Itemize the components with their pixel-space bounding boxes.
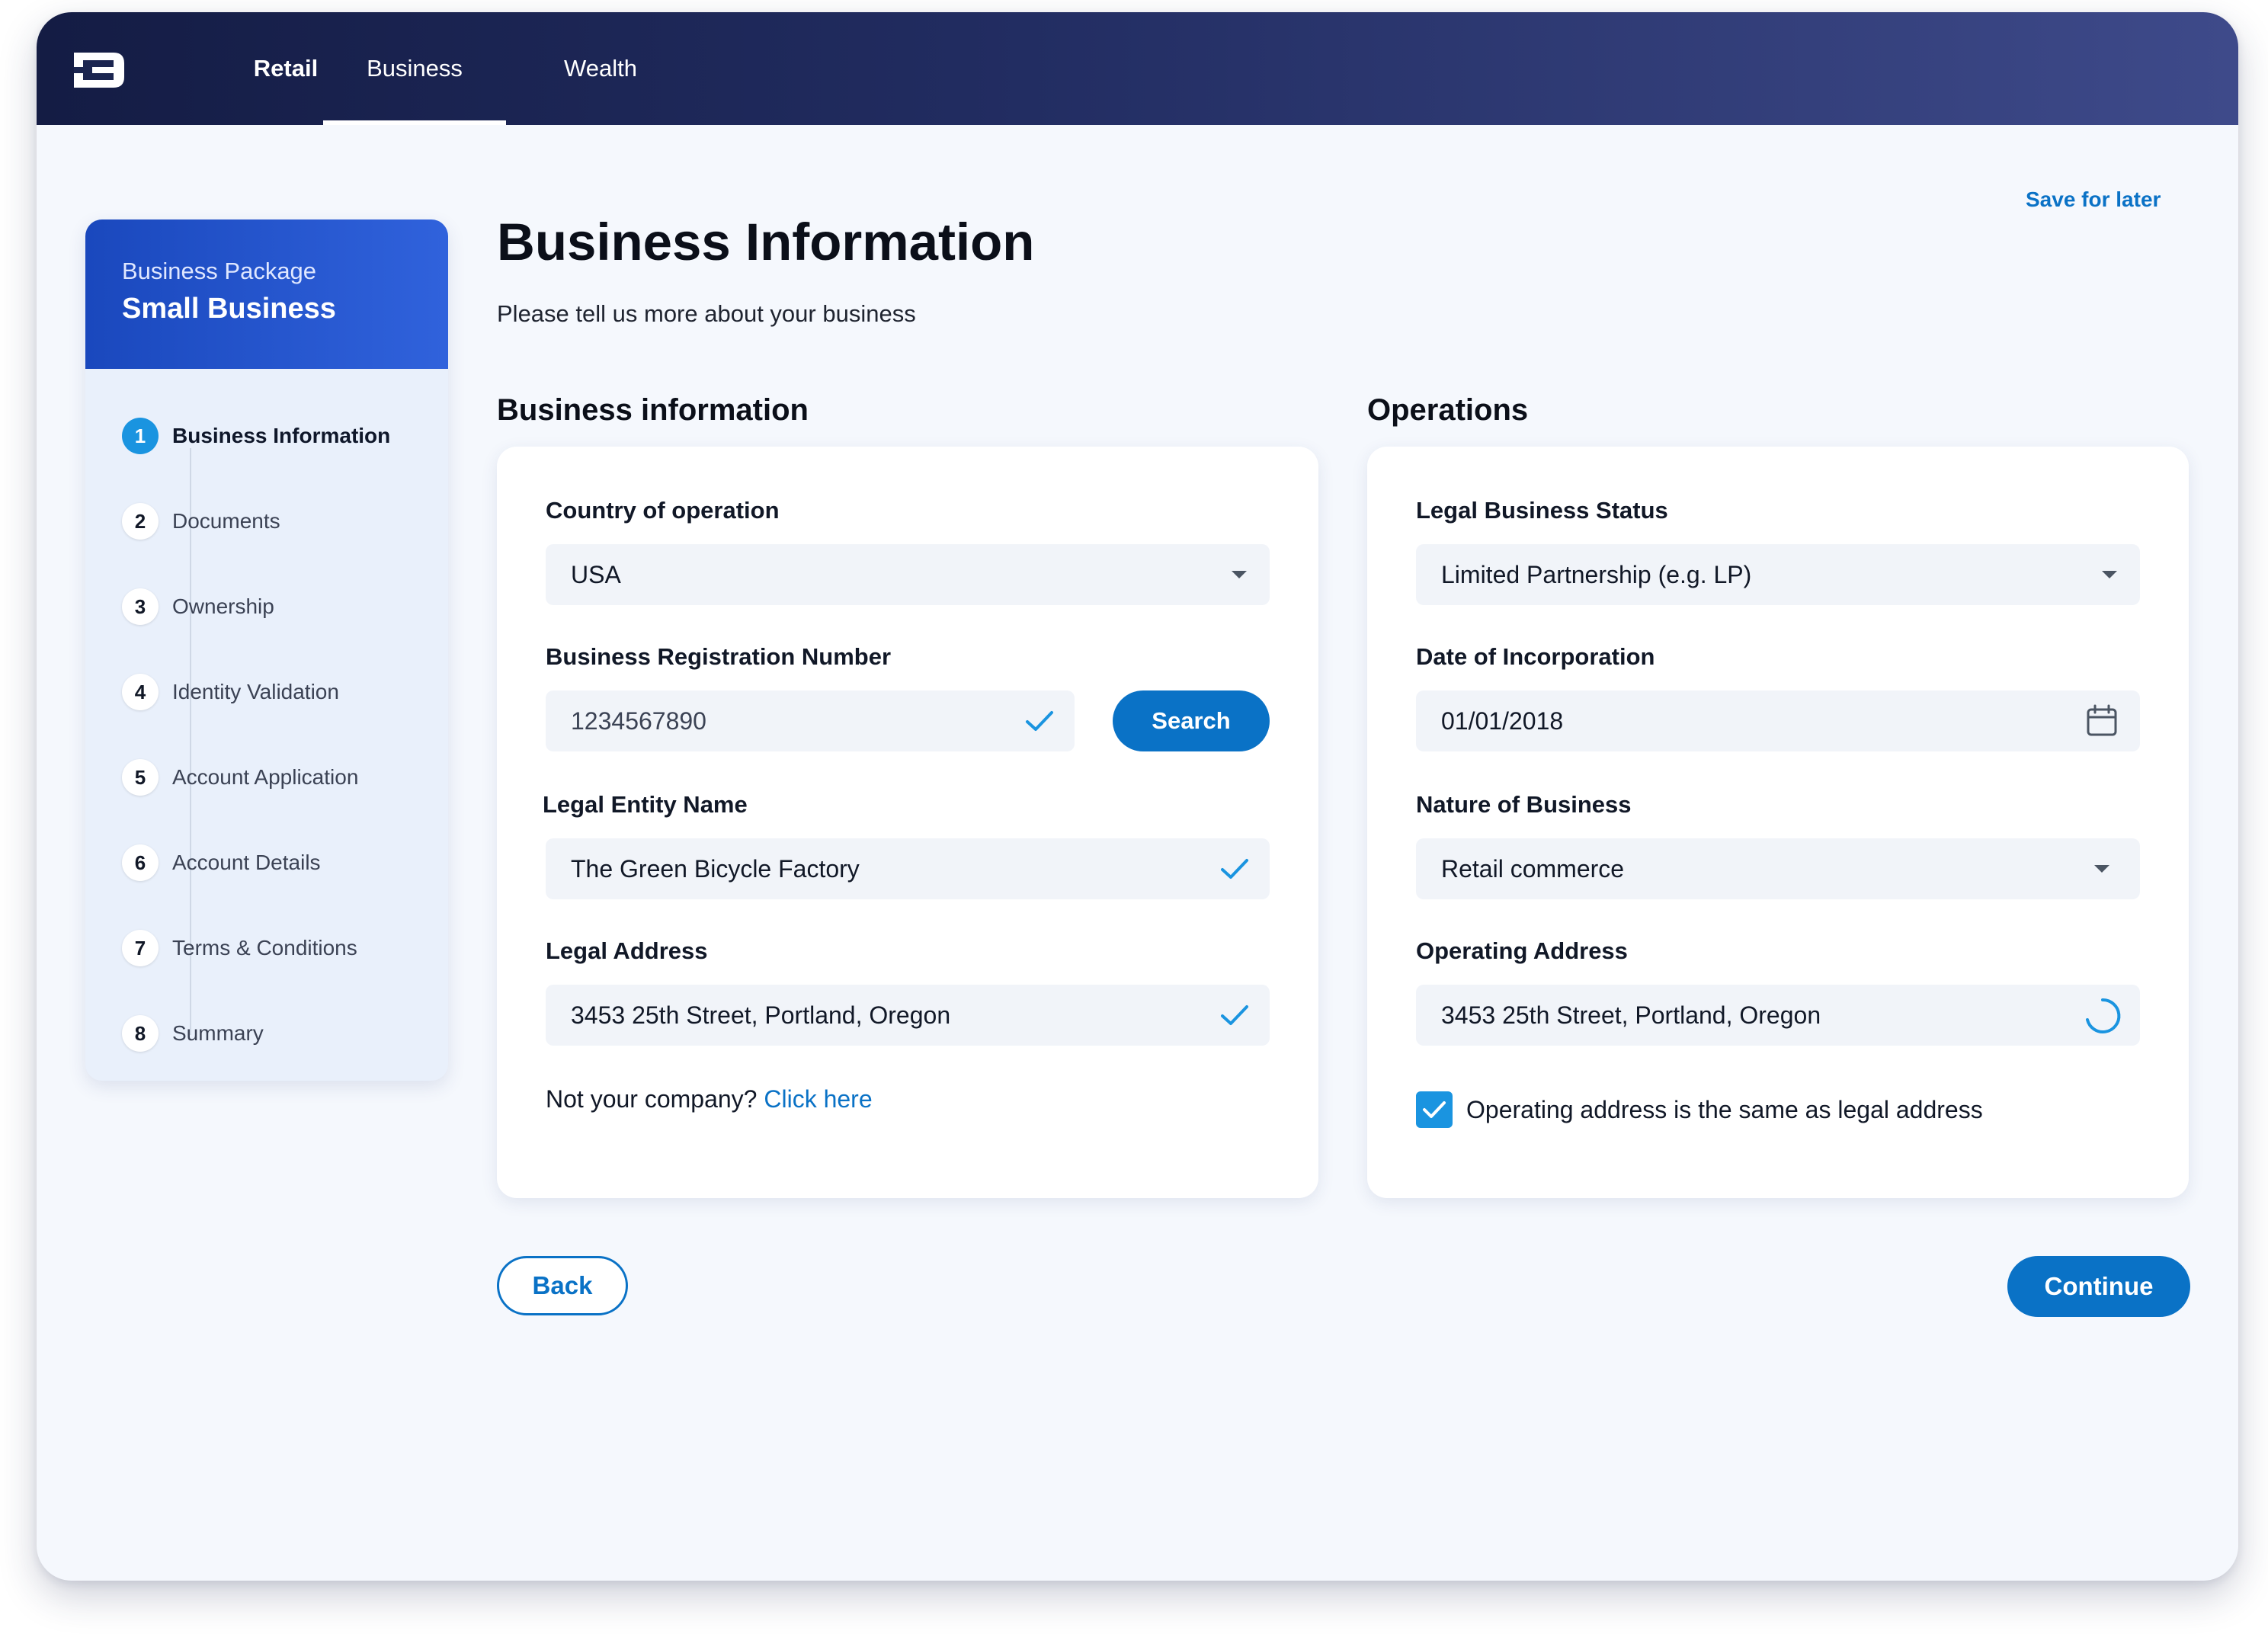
search-button[interactable]: Search — [1113, 690, 1270, 751]
top-navigation-bar: Retail Business Wealth — [37, 12, 2238, 125]
legal-address-label: Legal Address — [546, 937, 708, 964]
progress-sidebar: Business Package Small Business 1 Busine… — [85, 219, 448, 1081]
package-header: Business Package Small Business — [85, 219, 448, 369]
checkbox-check-icon — [1423, 1101, 1446, 1118]
same-address-label: Operating address is the same as legal a… — [1466, 1096, 1983, 1123]
date-of-incorporation-input[interactable]: 01/01/2018 — [1416, 690, 2140, 751]
step-documents[interactable]: 2 Documents — [122, 501, 280, 541]
step-label: Summary — [172, 1021, 264, 1045]
step-number-badge: 7 — [122, 930, 159, 966]
step-number-badge: 5 — [122, 759, 159, 796]
step-label: Business Information — [172, 424, 391, 447]
step-number-badge: 3 — [122, 588, 159, 625]
checkmark-icon — [1221, 1005, 1248, 1025]
step-business-information[interactable]: 1 Business Information — [122, 416, 390, 456]
business-info-section-title: Business information — [497, 393, 809, 427]
calendar-icon[interactable] — [2085, 704, 2119, 738]
date-of-incorporation-label: Date of Incorporation — [1416, 643, 1655, 670]
step-label: Ownership — [172, 594, 274, 618]
step-label: Account Application — [172, 765, 359, 789]
checkmark-icon — [1221, 859, 1248, 879]
package-name: Small Business — [122, 293, 336, 325]
save-for-later-link[interactable]: Save for later — [2026, 187, 2161, 212]
country-label: Country of operation — [546, 497, 780, 524]
dropdown-arrow-icon — [1232, 571, 1247, 578]
package-label: Business Package — [122, 258, 317, 284]
dropdown-arrow-icon — [2094, 865, 2109, 873]
nature-of-business-label: Nature of Business — [1416, 791, 1632, 818]
page-title: Business Information — [497, 213, 1035, 271]
operating-address-label: Operating Address — [1416, 937, 1628, 964]
step-number-badge: 8 — [122, 1015, 159, 1052]
operations-section-title: Operations — [1367, 393, 1529, 427]
country-select[interactable]: USA — [546, 544, 1270, 605]
dropdown-arrow-icon — [2102, 571, 2117, 578]
same-address-checkbox[interactable] — [1416, 1091, 1453, 1128]
step-summary[interactable]: 8 Summary — [122, 1014, 264, 1053]
business-info-card: Country of operation USA Business Regist… — [497, 447, 1318, 1198]
continue-button[interactable]: Continue — [2007, 1256, 2190, 1317]
step-number-badge: 2 — [122, 503, 159, 540]
operating-address-input[interactable]: 3453 25th Street, Portland, Oregon — [1416, 985, 2140, 1046]
step-terms-conditions[interactable]: 7 Terms & Conditions — [122, 928, 357, 968]
legal-entity-name-label: Legal Entity Name — [543, 791, 748, 818]
back-button[interactable]: Back — [497, 1256, 628, 1315]
step-label: Documents — [172, 509, 280, 533]
step-label: Identity Validation — [172, 680, 339, 703]
step-number-badge: 6 — [122, 844, 159, 881]
legal-business-status-label: Legal Business Status — [1416, 497, 1668, 524]
step-ownership[interactable]: 3 Ownership — [122, 587, 274, 626]
step-label: Terms & Conditions — [172, 936, 357, 960]
step-number-badge: 1 — [122, 418, 159, 454]
step-label: Account Details — [172, 851, 321, 874]
not-your-company-text: Not your company? Click here — [546, 1085, 873, 1113]
legal-business-status-select[interactable]: Limited Partnership (e.g. LP) — [1416, 544, 2140, 605]
checkmark-icon — [1026, 711, 1053, 731]
nature-of-business-select[interactable]: Retail commerce — [1416, 838, 2140, 899]
active-tab-indicator — [323, 120, 506, 125]
bank-logo-icon[interactable] — [72, 51, 126, 89]
legal-address-input[interactable]: 3453 25th Street, Portland, Oregon — [546, 985, 1270, 1046]
registration-number-input[interactable]: 1234567890 — [546, 690, 1075, 751]
step-identity-validation[interactable]: 4 Identity Validation — [122, 672, 339, 712]
app-window: Retail Business Wealth Save for later Bu… — [37, 12, 2238, 1581]
step-number-badge: 4 — [122, 674, 159, 710]
nav-tab-wealth[interactable]: Wealth — [524, 12, 677, 125]
registration-number-label: Business Registration Number — [546, 643, 892, 670]
operations-card: Legal Business Status Limited Partnershi… — [1367, 447, 2189, 1198]
step-account-details[interactable]: 6 Account Details — [122, 843, 321, 883]
legal-entity-name-input[interactable]: The Green Bicycle Factory — [546, 838, 1270, 899]
nav-tab-business[interactable]: Business — [323, 12, 506, 125]
step-account-application[interactable]: 5 Account Application — [122, 758, 358, 797]
click-here-link[interactable]: Click here — [764, 1085, 872, 1113]
page-subtitle: Please tell us more about your business — [497, 300, 916, 327]
loading-spinner-icon — [2086, 998, 2121, 1033]
